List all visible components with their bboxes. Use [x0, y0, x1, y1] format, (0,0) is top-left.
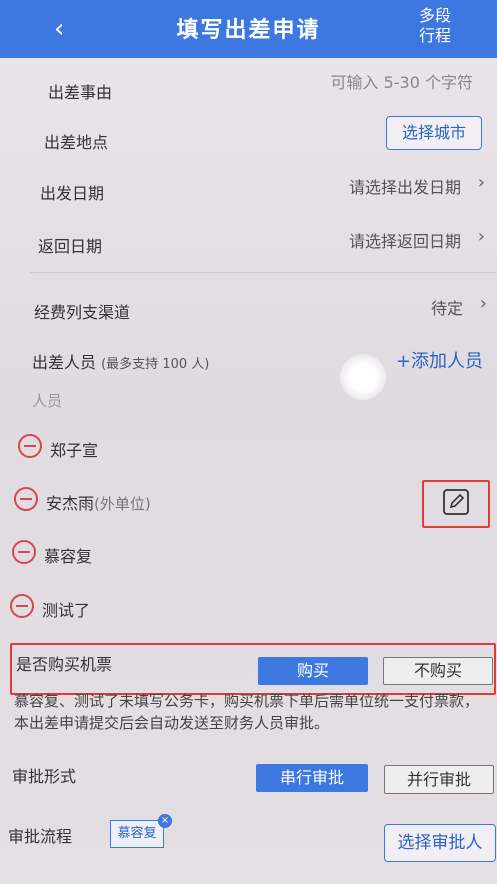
travelers-title: 出差人员 — [32, 353, 97, 372]
people-section-label: 人员 — [32, 392, 63, 410]
funding-channel-value[interactable]: 待定 — [431, 295, 463, 319]
remove-person-icon[interactable] — [14, 487, 38, 511]
chevron-right-icon: › — [477, 226, 485, 247]
add-person-button[interactable]: +添加人员 — [396, 347, 483, 373]
select-city-button[interactable]: 选择城市 — [386, 116, 482, 150]
person-name: 安杰雨(外单位) — [46, 490, 151, 514]
divider — [30, 272, 497, 273]
person-name: 郑子宣 — [50, 441, 99, 460]
reason-label: 出差事由 — [48, 83, 113, 102]
edit-icon[interactable] — [442, 488, 470, 516]
person-external-note: (外单位) — [94, 495, 151, 513]
funding-channel-label: 经费列支渠道 — [34, 303, 131, 322]
reason-input[interactable]: 可输入 5-30 个字符 — [331, 69, 474, 93]
buy-ticket-label: 是否购买机票 — [16, 655, 113, 674]
chevron-right-icon: › — [479, 293, 487, 314]
chevron-right-icon: › — [477, 172, 485, 193]
multi-trip-line2: 行程 — [418, 26, 451, 45]
multi-trip-button[interactable]: 多段 行程 — [419, 6, 451, 46]
no-buy-ticket-button[interactable]: 不购买 — [383, 657, 493, 685]
approver-chip[interactable]: 慕容复 — [110, 820, 164, 848]
remove-person-icon[interactable] — [10, 594, 34, 618]
return-date-label: 返回日期 — [38, 237, 103, 256]
remove-approver-icon[interactable]: × — [158, 814, 172, 828]
travelers-label: 出差人员 (最多支持 100 人) — [32, 349, 209, 373]
remove-person-icon[interactable] — [12, 540, 36, 564]
location-label: 出差地点 — [44, 133, 109, 152]
screen-glare — [340, 354, 386, 400]
remove-person-icon[interactable] — [18, 434, 42, 458]
approval-flow-label: 审批流程 — [8, 827, 73, 846]
serial-approval-button[interactable]: 串行审批 — [256, 764, 368, 792]
depart-date-label: 出发日期 — [40, 184, 105, 203]
approval-form-label: 审批形式 — [12, 767, 77, 786]
person-name-text: 安杰雨 — [46, 494, 95, 513]
ticket-payment-note: 慕容复、测试了未填写公务卡，购买机票下单后需单位统一支付票款，本出差申请提交后会… — [14, 692, 480, 732]
person-name: 测试了 — [42, 601, 91, 620]
person-name: 慕容复 — [44, 547, 93, 566]
travelers-hint: (最多支持 100 人) — [101, 357, 210, 372]
depart-date-value[interactable]: 请选择出发日期 — [349, 174, 461, 198]
multi-trip-line1: 多段 — [418, 6, 451, 25]
app-header: ‹ 填写出差申请 多段 行程 — [0, 0, 497, 58]
buy-ticket-button[interactable]: 购买 — [258, 657, 368, 685]
form-content: 出差事由 可输入 5-30 个字符 出差地点 选择城市 出发日期 请选择出发日期… — [0, 58, 497, 884]
parallel-approval-button[interactable]: 并行审批 — [384, 765, 494, 794]
select-approver-button[interactable]: 选择审批人 — [384, 824, 496, 862]
return-date-value[interactable]: 请选择返回日期 — [349, 228, 461, 252]
